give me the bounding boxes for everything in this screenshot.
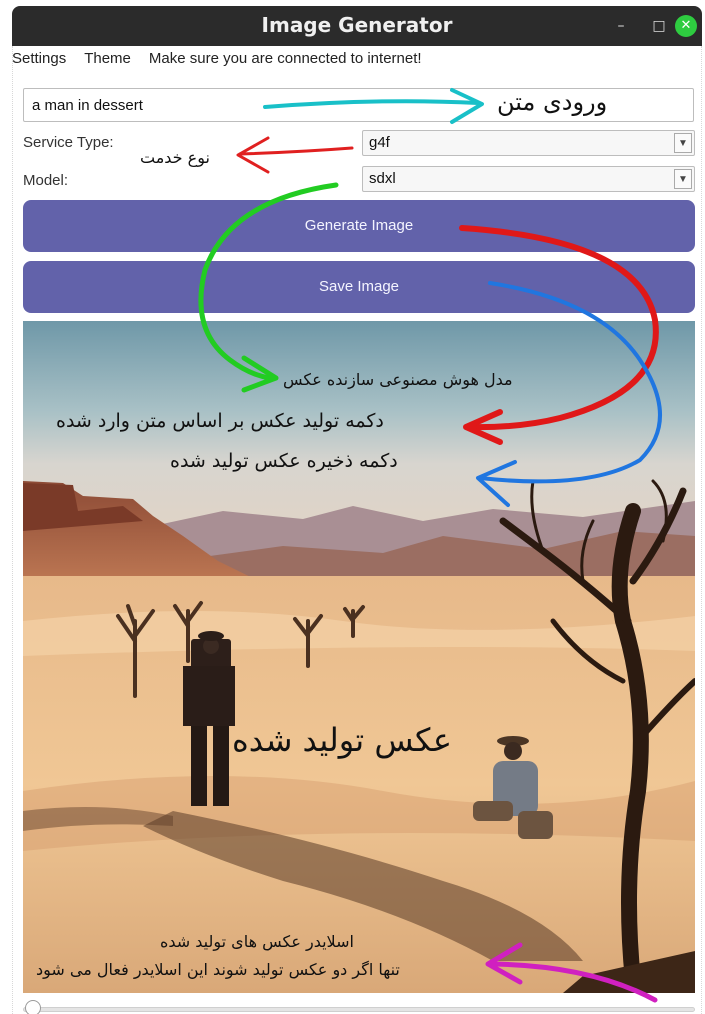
- menu-theme[interactable]: Theme: [84, 50, 131, 72]
- menu-bar: Settings Theme Make sure you are connect…: [12, 50, 422, 72]
- slider-track[interactable]: [23, 1007, 695, 1012]
- chevron-down-icon[interactable]: ▼: [674, 133, 692, 153]
- title-bar: Image Generator – □ ✕: [12, 6, 702, 46]
- annotation-slider-line1: اسلایدر عکس های تولید شده: [160, 932, 354, 951]
- minimize-button[interactable]: –: [611, 16, 631, 36]
- window-title: Image Generator: [261, 13, 453, 37]
- save-image-button[interactable]: Save Image: [23, 261, 695, 313]
- annotation-image: عکس تولید شده: [232, 721, 452, 759]
- model-select[interactable]: sdxl ▼: [362, 166, 695, 192]
- maximize-button[interactable]: □: [649, 16, 669, 36]
- service-type-select[interactable]: g4f ▼: [362, 130, 695, 156]
- annotation-model: مدل هوش مصنوعی سازنده عکس: [283, 370, 513, 389]
- image-slider[interactable]: [23, 1000, 695, 1014]
- annotation-service: نوع خدمت: [140, 148, 210, 167]
- annotation-slider-line2: تنها اگر دو عکس تولید شوند این اسلایدر ف…: [36, 960, 400, 979]
- slider-handle[interactable]: [25, 1000, 41, 1014]
- annotation-input: ورودی متن: [497, 88, 608, 116]
- generate-image-button[interactable]: Generate Image: [23, 200, 695, 252]
- service-type-value: g4f: [369, 134, 390, 151]
- annotation-save: دکمه ذخیره عکس تولید شده: [170, 450, 398, 472]
- chevron-down-icon[interactable]: ▼: [674, 169, 692, 189]
- model-value: sdxl: [369, 170, 396, 187]
- close-button[interactable]: ✕: [675, 15, 697, 37]
- model-label: Model:: [23, 172, 69, 189]
- menu-settings[interactable]: Settings: [12, 50, 66, 72]
- internet-notice: Make sure you are connected to internet!: [148, 50, 422, 67]
- service-type-label: Service Type:: [23, 134, 114, 151]
- annotation-generate: دکمه تولید عکس بر اساس متن وارد شده: [56, 410, 384, 432]
